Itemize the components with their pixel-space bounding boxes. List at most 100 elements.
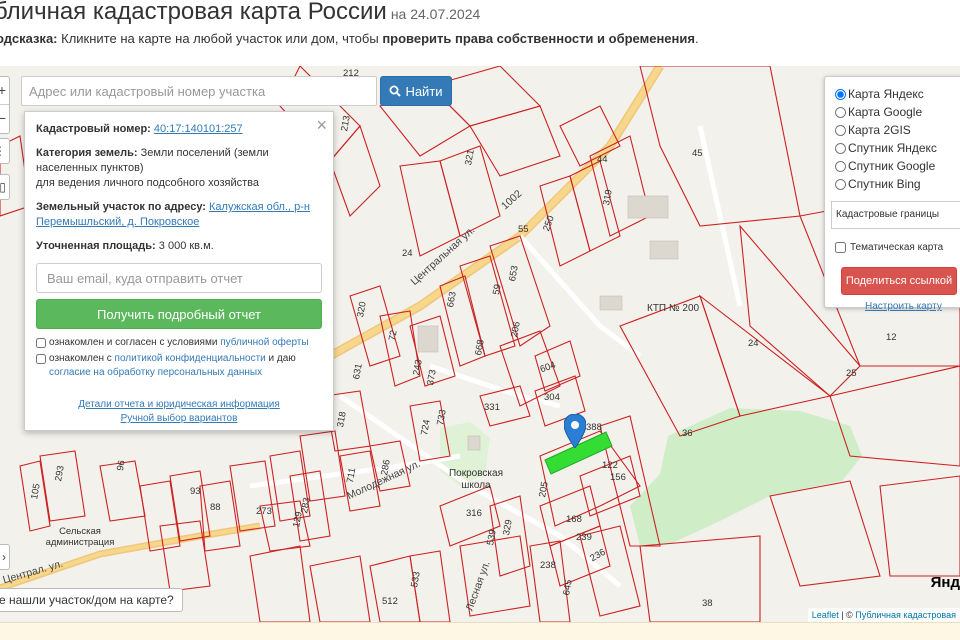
consent-privacy-text: ознакомлен с xyxy=(49,353,115,364)
cadastral-row: Кадастровый номер: 40:17:140101:257 xyxy=(36,122,322,137)
measure-icon[interactable]: ⋮ xyxy=(0,138,10,164)
layer-panel: Карта Яндекс Карта Google Карта 2GIS Спу… xyxy=(824,76,960,312)
layer-option-yandex-sat[interactable]: Спутник Яндекс xyxy=(825,139,960,157)
parcel-number[interactable]: 59 xyxy=(491,283,504,295)
zoom-out-button[interactable]: − xyxy=(0,105,9,133)
layer-option-google-sat[interactable]: Спутник Google xyxy=(825,157,960,175)
consent-offer-text: ознакомлен и согласен с условиями xyxy=(49,337,221,348)
bottom-strip xyxy=(0,622,960,640)
parcel-number[interactable]: 25 xyxy=(846,368,857,379)
cadastral-link[interactable]: 40:17:140101:257 xyxy=(154,123,243,135)
parcel-number[interactable]: 316 xyxy=(466,508,482,519)
cadastral-label: Кадастровый номер: xyxy=(36,123,151,135)
parcel-number[interactable]: 238 xyxy=(540,560,556,571)
area-label: Уточненная площадь: xyxy=(36,240,156,252)
parcel-number[interactable]: 36 xyxy=(682,428,693,439)
thematic-map-toggle[interactable]: Тематическая карта xyxy=(835,242,943,253)
parcel-number[interactable]: 512 xyxy=(382,596,398,607)
address-label: Земельный участок по адресу: xyxy=(36,201,206,213)
admin-label: Сельская администрация xyxy=(45,526,115,548)
thematic-label: Тематическая карта xyxy=(850,242,944,253)
parcel-number[interactable]: 156 xyxy=(610,472,626,483)
not-found-button[interactable]: е нашли участок/дом на карте? xyxy=(0,588,183,612)
parcel-number[interactable]: 24 xyxy=(402,248,413,259)
layer-option-label: Спутник Google xyxy=(848,159,936,173)
share-link-button[interactable]: Поделиться ссылкой xyxy=(841,267,957,295)
layer-option-bing-sat[interactable]: Спутник Bing xyxy=(825,175,960,193)
get-report-button[interactable]: Получить подробный отчет xyxy=(36,299,322,329)
layer-option-label: Карта 2GIS xyxy=(848,123,911,137)
layer-radio[interactable] xyxy=(835,124,846,136)
locate-icon[interactable]: › xyxy=(0,544,10,570)
layer-radio[interactable] xyxy=(835,160,846,172)
thematic-checkbox[interactable] xyxy=(835,242,846,253)
area-row: Уточненная площадь: 3 000 кв.м. xyxy=(36,239,322,254)
search-icon xyxy=(389,85,402,97)
email-field[interactable] xyxy=(36,263,322,293)
layer-radio[interactable] xyxy=(835,142,846,154)
area-value: 3 000 кв.м. xyxy=(158,240,214,252)
leaflet-link[interactable]: Leaflet xyxy=(812,610,839,620)
parcel-number[interactable]: 45 xyxy=(692,148,703,159)
attribution-sep: | © xyxy=(838,610,856,620)
offer-link[interactable]: публичной оферты xyxy=(220,337,308,348)
parcel-number[interactable]: 44 xyxy=(597,154,608,165)
cadastral-map[interactable]: Центральная ул. Молодежная ул. Централ. … xyxy=(0,66,960,622)
parcel-number[interactable]: 239 xyxy=(576,532,592,543)
setup-map-link[interactable]: Настроить карту xyxy=(865,301,942,312)
consent-privacy-checkbox[interactable] xyxy=(36,354,46,364)
layer-option-label: Карта Google xyxy=(848,105,923,119)
parcel-number[interactable]: 273 xyxy=(256,506,272,517)
main-road-casing xyxy=(327,66,664,360)
details-link[interactable]: Детали отчета и юридическая информация xyxy=(36,398,322,412)
close-icon[interactable]: × xyxy=(316,116,327,134)
layer-option-label: Спутник Яндекс xyxy=(848,141,937,155)
zoom-controls: + − xyxy=(0,76,10,134)
search-button[interactable]: Найти xyxy=(380,76,452,106)
parcel-number[interactable]: 55 xyxy=(518,224,529,235)
parcel-number[interactable]: 72 xyxy=(387,329,400,341)
layer-option-google-map[interactable]: Карта Google xyxy=(825,103,960,121)
page-title: бличная кадастровая карта России на 24.07… xyxy=(0,0,480,26)
parcel-number[interactable]: 168 xyxy=(566,514,582,525)
layer-radio[interactable] xyxy=(835,88,846,100)
boundary-select[interactable]: Кадастровые границы xyxy=(831,201,960,229)
parcel-number[interactable]: 304 xyxy=(544,392,560,403)
parcel-number[interactable]: 93 xyxy=(190,486,201,497)
layer-option-label: Спутник Bing xyxy=(848,177,921,191)
consent-offer-checkbox[interactable] xyxy=(36,338,46,348)
location-pin-icon[interactable] xyxy=(564,414,586,448)
page-date: на 24.07.2024 xyxy=(390,6,481,22)
hint-text: Кликните на карте на любой участок или д… xyxy=(57,31,383,46)
hint-line: одсказка: Кликните на карте на любой уча… xyxy=(0,31,699,46)
parcel-number[interactable]: 38 xyxy=(702,598,713,609)
consent-privacy-mid: и даю xyxy=(265,353,296,364)
hint-end: . xyxy=(694,31,699,46)
personal-data-link[interactable]: согласие на обработку персональных данны… xyxy=(49,367,262,378)
zoom-in-button[interactable]: + xyxy=(0,77,9,105)
layer-radio[interactable] xyxy=(835,106,846,118)
layer-option-label: Карта Яндекс xyxy=(848,87,924,101)
page-title-text: бличная кадастровая карта России xyxy=(0,0,387,25)
parcel-number[interactable]: 24 xyxy=(748,338,759,349)
manual-selection-link[interactable]: Ручной выбор вариантов xyxy=(36,412,322,426)
privacy-link[interactable]: политикой конфиденциальности xyxy=(115,353,266,364)
layer-option-2gis-map[interactable]: Карта 2GIS xyxy=(825,121,960,139)
pkk-link[interactable]: Публичная кадастровая xyxy=(855,610,956,620)
search-button-label: Найти xyxy=(405,83,443,99)
hint-label: одсказка: xyxy=(0,31,58,46)
category-row: Категория земель: Земли поселений (земли… xyxy=(36,146,322,191)
hint-bold: проверить права собственности и обремене… xyxy=(382,31,695,46)
layers-icon[interactable]: ▯ xyxy=(0,174,10,200)
parcel-number[interactable]: 88 xyxy=(210,502,221,513)
layer-option-yandex-map[interactable]: Карта Яндекс xyxy=(825,85,960,103)
layer-radio[interactable] xyxy=(835,178,846,190)
search-input[interactable] xyxy=(21,76,377,106)
parcel-number[interactable]: 331 xyxy=(484,402,500,413)
parcel-number[interactable]: 12 xyxy=(886,332,897,343)
school-label: Покровская школа xyxy=(448,468,504,491)
parcel-number[interactable]: 96 xyxy=(115,459,128,471)
consent-offer-row: ознакомлен и согласен с условиями публич… xyxy=(36,336,322,350)
parcel-number[interactable]: 122 xyxy=(602,460,618,471)
parcel-number[interactable]: 388 xyxy=(586,422,602,433)
